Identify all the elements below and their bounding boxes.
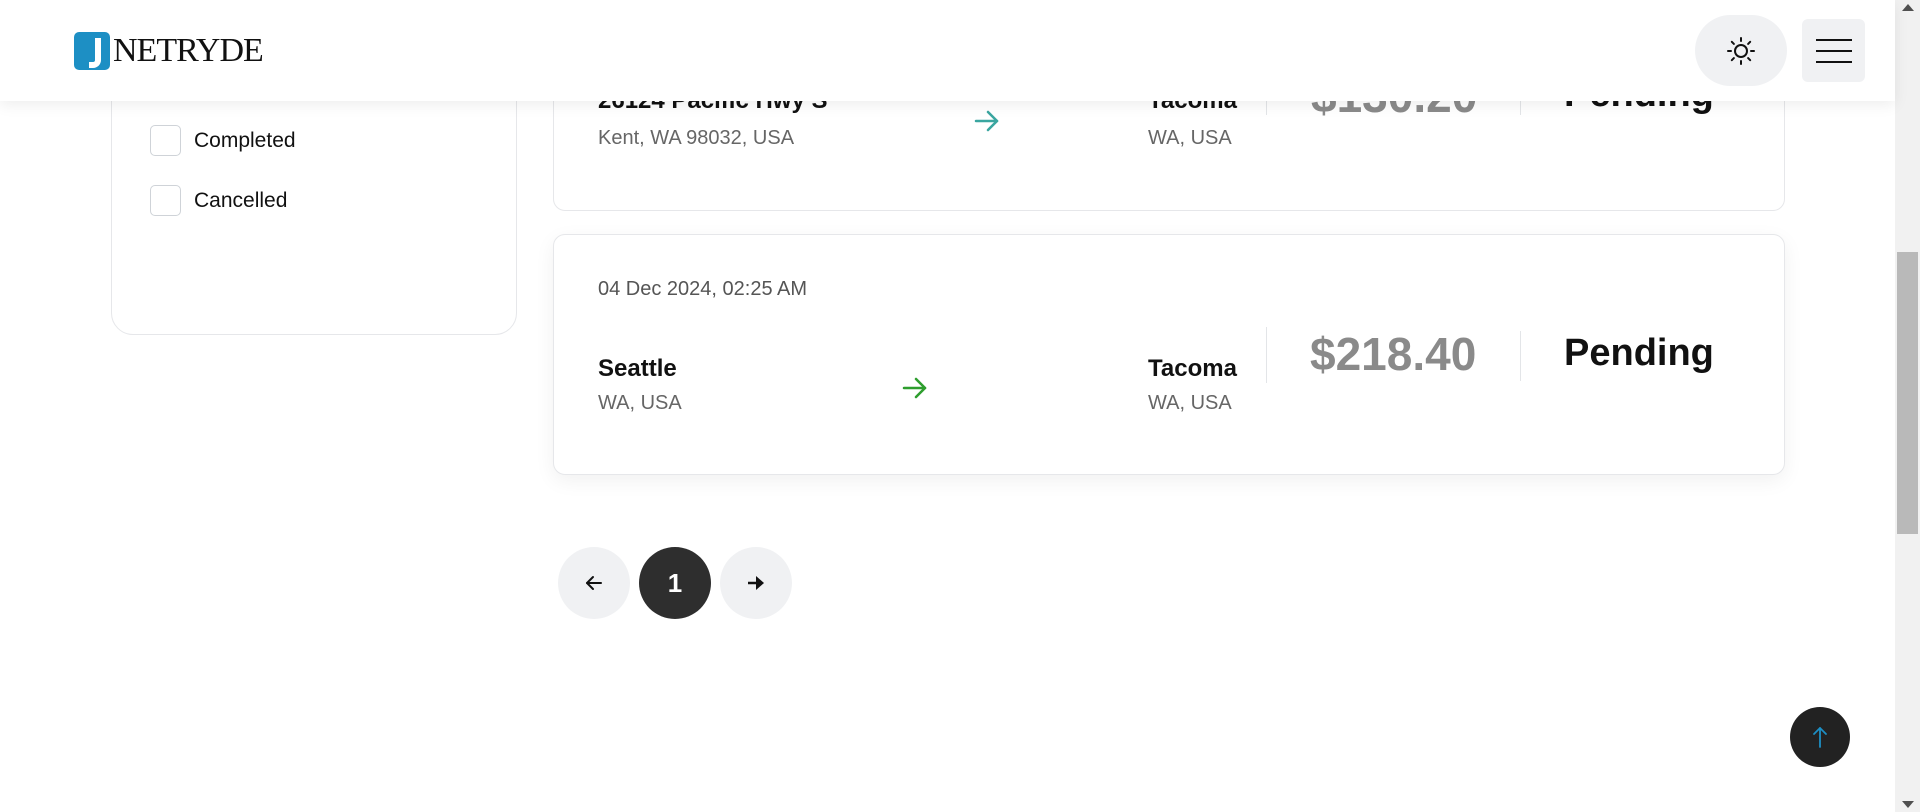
menu-button[interactable] [1802,19,1865,82]
sun-icon [1727,36,1755,65]
theme-toggle-button[interactable] [1695,15,1787,86]
arrow-right-icon [902,377,927,399]
arrow-up-icon [1813,727,1827,748]
arrow-right-icon [974,110,999,132]
trip-status: Pending [1564,332,1714,374]
trip-price: $218.40 [1310,328,1477,380]
filter-label: Completed [194,128,296,152]
next-page-button[interactable] [720,547,792,619]
filter-completed[interactable]: Completed [150,125,296,156]
checkbox[interactable] [150,185,181,216]
arrow-left-icon [586,576,602,590]
logo-text: NETRYDE [113,32,264,69]
site-header: NETRYDE [0,0,1895,101]
checkbox[interactable] [150,125,181,156]
dropoff-region: WA, USA [1148,392,1232,414]
scroll-up-icon[interactable] [1902,4,1914,11]
hamburger-icon [1815,38,1852,63]
pickup-region: Kent, WA 98032, USA [598,127,795,149]
dropoff-region: WA, USA [1148,127,1232,149]
scrollbar-thumb[interactable] [1897,252,1918,534]
scroll-down-icon[interactable] [1902,801,1914,808]
divider [1520,331,1521,381]
back-to-top-button[interactable] [1790,707,1850,767]
trip-date: 04 Dec 2024, 02:25 AM [598,278,808,300]
filter-label: Cancelled [194,188,288,212]
page-number-button[interactable]: 1 [639,547,711,619]
prev-page-button[interactable] [558,547,630,619]
scrollbar[interactable] [1895,0,1920,812]
pickup-location: Seattle [598,355,677,382]
pickup-region: WA, USA [598,392,682,414]
logo[interactable]: NETRYDE [74,32,264,70]
divider [1266,327,1267,383]
filter-cancelled[interactable]: Cancelled [150,185,287,216]
arrow-right-icon [748,576,764,590]
trip-card[interactable]: 04 Dec 2024, 02:25 AM Seattle WA, USA Ta… [553,234,1785,475]
logo-mark-icon [74,32,110,70]
dropoff-location: Tacoma [1148,355,1237,382]
